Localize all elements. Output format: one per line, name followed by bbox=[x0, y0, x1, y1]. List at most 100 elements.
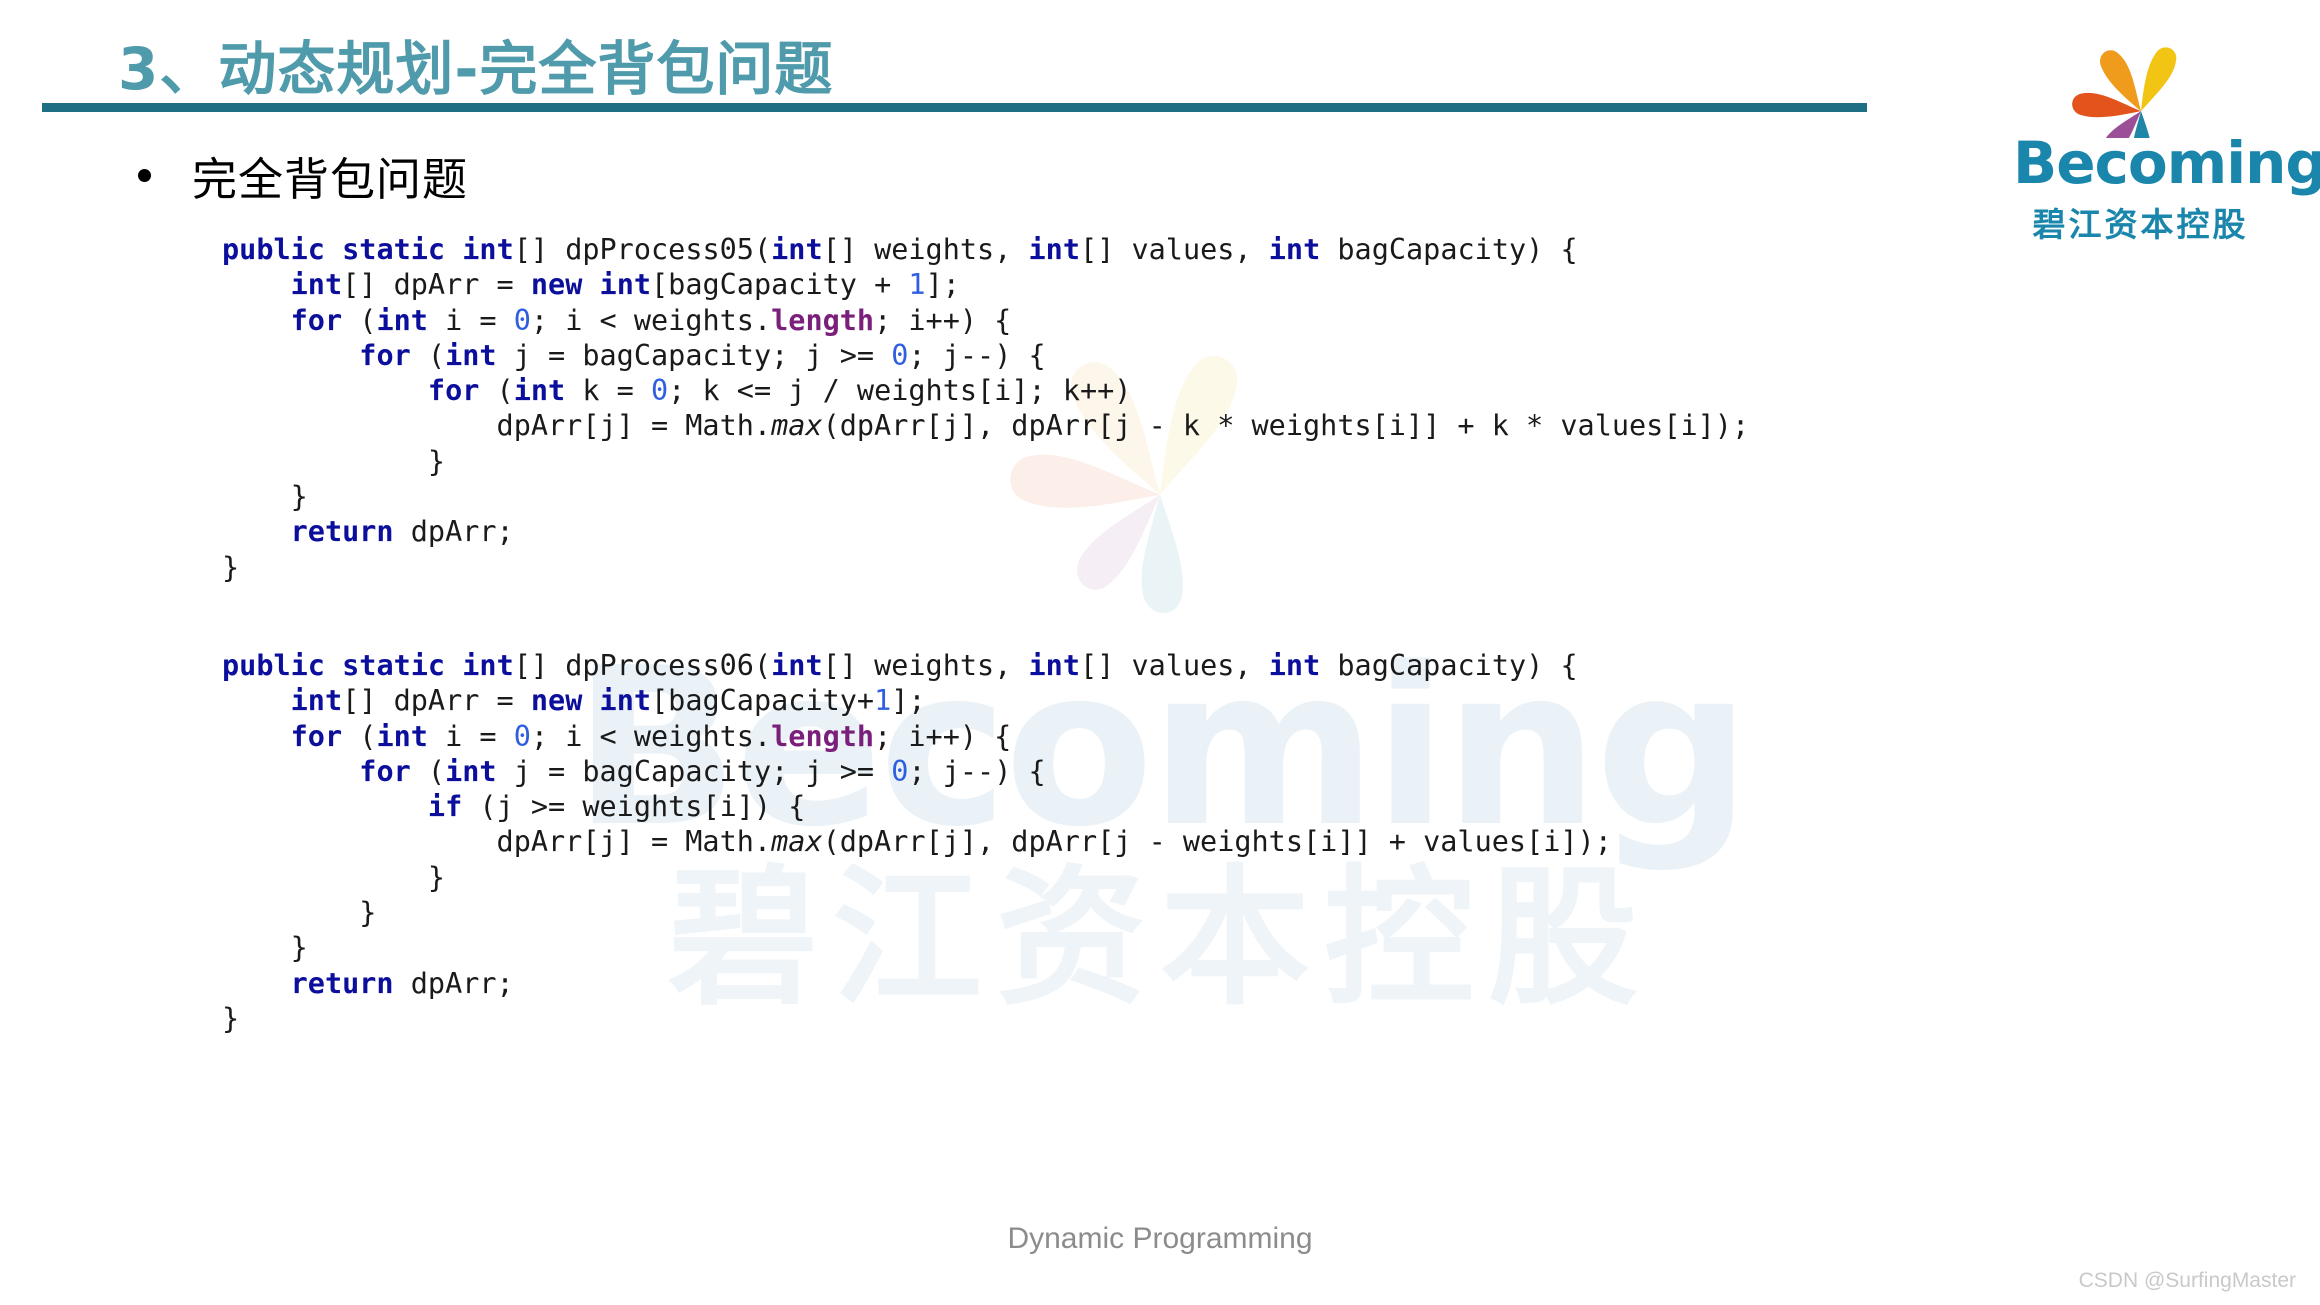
code-token: (dpArr[j], dpArr[j - weights[i]] + value… bbox=[822, 825, 1612, 859]
code-token: for bbox=[359, 338, 411, 372]
code-line: for (int k = 0; k <= j / weights[i]; k++… bbox=[222, 373, 1749, 408]
code-token: [] values, bbox=[1080, 233, 1269, 266]
code-token: ( bbox=[342, 719, 377, 753]
code-token: max bbox=[771, 825, 823, 859]
code-token: ; i < weights. bbox=[530, 719, 772, 753]
code-token: j = bagCapacity; j >= bbox=[496, 338, 892, 372]
code-token: ( bbox=[479, 374, 514, 408]
code-token: } bbox=[222, 1001, 240, 1035]
code-token: [] dpArr = bbox=[342, 268, 531, 302]
code-line: } bbox=[222, 930, 1612, 965]
code-token: int bbox=[1268, 233, 1321, 266]
code-line: } bbox=[222, 860, 1612, 895]
code-token: [] dpArr = bbox=[342, 684, 531, 718]
code-token: int bbox=[599, 684, 652, 718]
code-token: ; k <= j / weights[i]; k++) bbox=[668, 374, 1132, 408]
code-block-dpProcess06: public static int[] dpProcess06(int[] we… bbox=[222, 648, 1612, 1036]
code-token: 1 bbox=[874, 684, 892, 718]
code-line: for (int i = 0; i < weights.length; i++)… bbox=[222, 719, 1612, 754]
bullet-label: 完全背包问题 bbox=[192, 154, 469, 205]
code-token: for bbox=[359, 754, 411, 788]
code-token: [] values, bbox=[1080, 649, 1269, 682]
code-token: ( bbox=[410, 754, 446, 788]
code-token: [] weights, bbox=[822, 233, 1029, 266]
code-token: (j >= weights[i]) { bbox=[462, 790, 806, 824]
code-token: int bbox=[376, 719, 428, 753]
code-token: } bbox=[222, 480, 308, 514]
code-token: int bbox=[599, 268, 652, 302]
code-token: public bbox=[222, 233, 325, 266]
code-token: k = bbox=[565, 374, 651, 408]
code-token: static bbox=[342, 649, 446, 682]
code-line: for (int j = bagCapacity; j >= 0; j--) { bbox=[222, 338, 1749, 373]
code-token: 0 bbox=[513, 303, 531, 337]
code-token: ]; bbox=[925, 268, 960, 302]
code-token: ; i++) { bbox=[874, 719, 1012, 753]
logo-chinese-name: 碧江资本控股 bbox=[2032, 206, 2249, 243]
code-token: int bbox=[445, 754, 497, 788]
csdn-watermark: CSDN @SurfingMaster bbox=[2078, 1269, 2296, 1292]
code-line: public static int[] dpProcess06(int[] we… bbox=[222, 648, 1612, 683]
code-token: int bbox=[290, 684, 343, 718]
code-line: } bbox=[222, 479, 1749, 514]
code-token: int bbox=[445, 338, 497, 372]
logo-wordmark: Becoming bbox=[2013, 129, 2320, 197]
code-token: j = bagCapacity; j >= bbox=[496, 754, 892, 788]
code-line: dpArr[j] = Math.max(dpArr[j], dpArr[j - … bbox=[222, 408, 1750, 443]
code-token: new bbox=[530, 684, 583, 718]
code-line: public static int[] dpProcess05(int[] we… bbox=[222, 232, 1749, 267]
title-divider bbox=[42, 103, 1867, 112]
code-token: 0 bbox=[513, 719, 531, 753]
code-token: length bbox=[771, 303, 875, 337]
code-token: } bbox=[222, 931, 308, 965]
code-token: int bbox=[771, 649, 823, 682]
page-title: 3、动态规划-完全背包问题 bbox=[118, 35, 834, 103]
code-token: } bbox=[222, 550, 240, 584]
code-token: [] dpProcess05( bbox=[513, 233, 772, 266]
code-token: dpArr; bbox=[393, 966, 514, 1000]
code-token: max bbox=[771, 409, 823, 443]
code-token: for bbox=[290, 719, 343, 753]
code-token: int bbox=[462, 233, 514, 266]
code-line: } bbox=[222, 895, 1612, 930]
code-token: new bbox=[530, 268, 583, 302]
code-token: 0 bbox=[651, 374, 669, 408]
code-token: dpArr[j] = Math. bbox=[222, 409, 772, 443]
code-token: ; i < weights. bbox=[530, 303, 772, 337]
footer-caption: Dynamic Programming bbox=[1007, 1222, 1313, 1255]
code-token: } bbox=[222, 860, 446, 894]
code-line: } bbox=[222, 550, 1749, 585]
code-token: if bbox=[427, 790, 463, 824]
code-token: 1 bbox=[908, 268, 926, 302]
code-token: return bbox=[290, 966, 394, 1000]
code-line: dpArr[j] = Math.max(dpArr[j], dpArr[j - … bbox=[222, 824, 1612, 859]
code-token: int bbox=[1028, 233, 1080, 266]
code-token: bagCapacity) { bbox=[1320, 649, 1578, 682]
code-token: i = bbox=[427, 303, 514, 337]
code-token: } bbox=[222, 444, 446, 478]
code-token: 0 bbox=[891, 338, 909, 372]
code-token: ]; bbox=[891, 684, 926, 718]
code-token: ; j--) { bbox=[908, 754, 1046, 788]
code-token: [bagCapacity + bbox=[651, 268, 909, 302]
code-token: return bbox=[290, 515, 394, 549]
code-line: for (int j = bagCapacity; j >= 0; j--) { bbox=[222, 754, 1612, 789]
code-token: [] weights, bbox=[822, 649, 1029, 682]
code-line: return dpArr; bbox=[222, 966, 1612, 1001]
code-token: int bbox=[1268, 649, 1321, 682]
slide: Becoming 碧江资本控股 3、动态规划-完全背包问题 Becoming 碧… bbox=[0, 0, 2320, 1305]
code-line: } bbox=[222, 1001, 1612, 1036]
code-token: i = bbox=[427, 719, 514, 753]
becoming-petals-icon bbox=[2071, 47, 2176, 138]
